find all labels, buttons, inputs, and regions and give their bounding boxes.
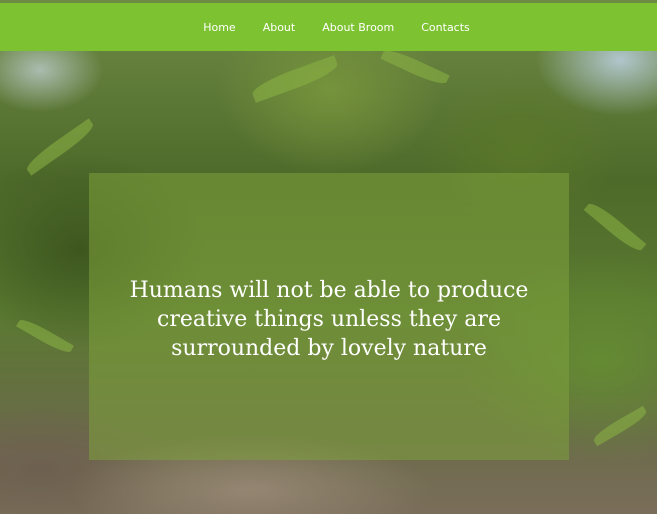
hero-quote: Humans will not be able to produce creat… xyxy=(129,278,529,361)
hero-quote-box: Humans will not be able to produce creat… xyxy=(89,173,569,460)
page: Home About About Broom Contacts Humans w… xyxy=(0,0,657,514)
top-navigation-bar: Home About About Broom Contacts xyxy=(0,3,657,51)
nav-link-contacts[interactable]: Contacts xyxy=(408,21,484,34)
nav-link-about[interactable]: About xyxy=(249,21,309,34)
nav-link-home[interactable]: Home xyxy=(190,21,249,34)
nav-link-about-broom[interactable]: About Broom xyxy=(309,21,408,34)
nav-menu: Home About About Broom Contacts xyxy=(190,18,484,36)
